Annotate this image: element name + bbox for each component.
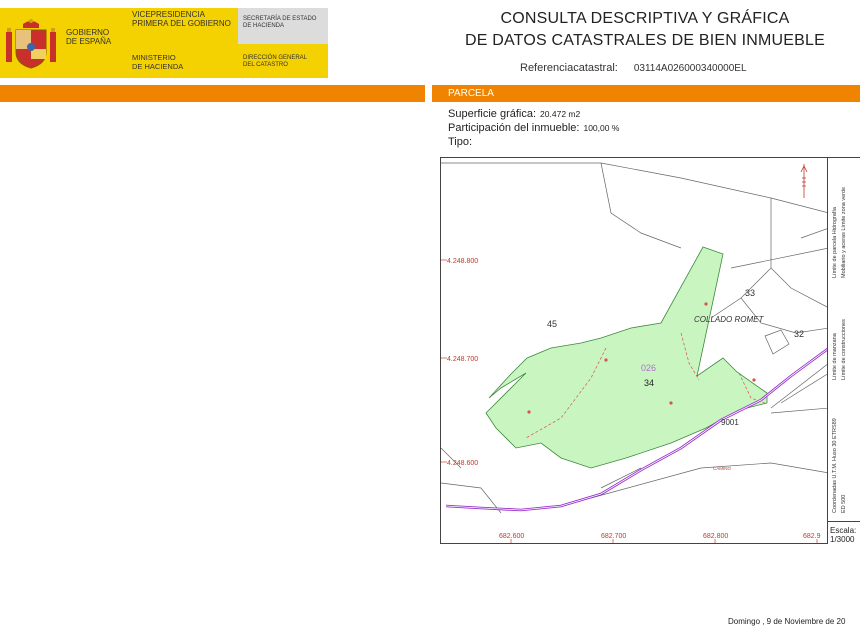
scale-value: 1/3000 <box>830 535 855 544</box>
gobierno-de-espana-text: GOBIERNO DE ESPAÑA <box>66 28 112 46</box>
legend-line-5: Coordenadas U.T.M. Huso 30 ETRS89 <box>832 418 838 513</box>
superficie-label: Superficie gráfica: <box>448 108 537 120</box>
legend-line-2: Mobiliario y aceras Límite zona verde <box>841 186 847 278</box>
scale-label: Escala: <box>830 526 857 535</box>
footer-date: Domingo , 9 de Noviembre de 20 <box>728 617 846 626</box>
orange-band-left <box>0 85 425 102</box>
participacion-value: 100,00 % <box>583 123 620 133</box>
ref-label: Referenciacatastral: <box>520 62 618 74</box>
ref-value: 03114A026000340000EL <box>633 63 747 74</box>
document-title: CONSULTA DESCRIPTIVA Y GRÁFICA DE DATOS … <box>464 10 826 49</box>
x-label-3: 682.800 <box>703 533 728 540</box>
x-label-2: 682.700 <box>601 533 626 540</box>
tipo-label: Tipo: <box>448 136 473 148</box>
y-label-2: 4.248.700 <box>447 356 478 363</box>
tipo-row: Tipo: <box>448 136 472 148</box>
ministerio-text: MINISTERIO DE HACIENDA <box>132 53 184 71</box>
participacion-label: Participación del inmueble: <box>448 122 580 134</box>
cadastral-map: 4.248.800 4.248.700 4.248.600 682.600 68… <box>440 157 828 544</box>
vicepresidencia-text: VICEPRESIDENCIA PRIMERA DEL GOBIERNO <box>132 10 231 28</box>
north-arrow-icon <box>800 164 808 198</box>
map-scale: Escala: 1/3000 <box>830 526 856 544</box>
place-name: COLLADO ROMET <box>694 315 764 324</box>
neighbor-32: 32 <box>794 329 804 339</box>
road-number: 9001 <box>721 418 739 427</box>
map-svg: 4.248.800 4.248.700 4.248.600 682.600 68… <box>441 162 827 543</box>
legend-line-3: Límite de manzana <box>832 333 838 380</box>
x-label-1: 682.600 <box>499 533 524 540</box>
spain-coat-of-arms-icon <box>6 19 56 69</box>
neighbor-33: 33 <box>745 288 755 298</box>
legend-line-6: ED 500 <box>841 494 847 513</box>
y-label-3: 4.248.600 <box>447 460 478 467</box>
road-label-small: CAMINO <box>713 466 731 471</box>
parcel-number: 34 <box>644 378 654 388</box>
x-label-4: 682.9 <box>803 533 821 540</box>
participacion-row: Participación del inmueble: 100,00 % <box>448 122 619 134</box>
neighbor-45: 45 <box>547 319 557 329</box>
legend-line-4: Límite de construcciones <box>841 319 847 380</box>
legend-line-1: Límite de parcela Hidrografía <box>832 207 838 278</box>
secretaria-text: SECRETARÍA DE ESTADO DE HACIENDA <box>243 16 317 29</box>
y-label-1: 4.248.800 <box>447 258 478 265</box>
map-legend: Límite de parcela Hidrografía Mobiliario… <box>828 157 860 522</box>
parcel-code: 026 <box>641 363 656 373</box>
superficie-value: 20.472 m2 <box>540 109 581 119</box>
building-outline <box>764 329 790 355</box>
superficie-row: Superficie gráfica: 20.472 m2 <box>448 108 580 120</box>
parcel-polygon <box>485 246 768 469</box>
direccion-catastro-text: DIRECCIÓN GENERAL DEL CATASTRO <box>243 55 308 68</box>
referencia-catastral: Referenciacatastral: 03114A026000340000EL <box>520 62 747 74</box>
section-header-parcela: PARCELA <box>432 85 860 102</box>
